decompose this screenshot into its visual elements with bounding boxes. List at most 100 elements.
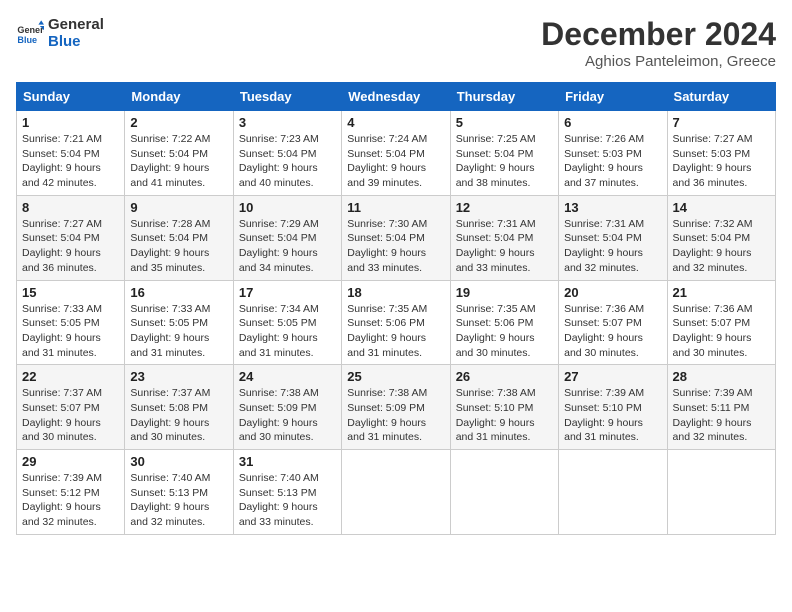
day-info: Sunrise: 7:31 AM Sunset: 5:04 PM Dayligh… <box>456 217 553 276</box>
day-info: Sunrise: 7:26 AM Sunset: 5:03 PM Dayligh… <box>564 132 661 191</box>
day-cell-30: 30 Sunrise: 7:40 AM Sunset: 5:13 PM Dayl… <box>125 450 233 535</box>
calendar-week-row: 15 Sunrise: 7:33 AM Sunset: 5:05 PM Dayl… <box>17 280 776 365</box>
col-tuesday: Tuesday <box>233 83 341 111</box>
day-number: 7 <box>673 115 770 130</box>
day-info: Sunrise: 7:22 AM Sunset: 5:04 PM Dayligh… <box>130 132 227 191</box>
calendar-week-row: 1 Sunrise: 7:21 AM Sunset: 5:04 PM Dayli… <box>17 111 776 196</box>
day-cell-1: 1 Sunrise: 7:21 AM Sunset: 5:04 PM Dayli… <box>17 111 125 196</box>
logo-icon: General Blue <box>16 19 44 47</box>
day-cell-11: 11 Sunrise: 7:30 AM Sunset: 5:04 PM Dayl… <box>342 195 450 280</box>
day-info: Sunrise: 7:33 AM Sunset: 5:05 PM Dayligh… <box>130 302 227 361</box>
day-cell-23: 23 Sunrise: 7:37 AM Sunset: 5:08 PM Dayl… <box>125 365 233 450</box>
day-number: 29 <box>22 454 119 469</box>
day-cell-19: 19 Sunrise: 7:35 AM Sunset: 5:06 PM Dayl… <box>450 280 558 365</box>
day-number: 6 <box>564 115 661 130</box>
day-cell-10: 10 Sunrise: 7:29 AM Sunset: 5:04 PM Dayl… <box>233 195 341 280</box>
day-info: Sunrise: 7:27 AM Sunset: 5:03 PM Dayligh… <box>673 132 770 191</box>
day-number: 10 <box>239 200 336 215</box>
day-cell-28: 28 Sunrise: 7:39 AM Sunset: 5:11 PM Dayl… <box>667 365 775 450</box>
day-info: Sunrise: 7:40 AM Sunset: 5:13 PM Dayligh… <box>130 471 227 530</box>
day-number: 15 <box>22 285 119 300</box>
empty-cell <box>342 450 450 535</box>
day-cell-27: 27 Sunrise: 7:39 AM Sunset: 5:10 PM Dayl… <box>559 365 667 450</box>
day-number: 23 <box>130 369 227 384</box>
day-number: 31 <box>239 454 336 469</box>
day-info: Sunrise: 7:36 AM Sunset: 5:07 PM Dayligh… <box>673 302 770 361</box>
day-cell-29: 29 Sunrise: 7:39 AM Sunset: 5:12 PM Dayl… <box>17 450 125 535</box>
col-friday: Friday <box>559 83 667 111</box>
logo-general: General <box>48 16 104 33</box>
day-cell-26: 26 Sunrise: 7:38 AM Sunset: 5:10 PM Dayl… <box>450 365 558 450</box>
day-number: 11 <box>347 200 444 215</box>
day-cell-20: 20 Sunrise: 7:36 AM Sunset: 5:07 PM Dayl… <box>559 280 667 365</box>
day-cell-5: 5 Sunrise: 7:25 AM Sunset: 5:04 PM Dayli… <box>450 111 558 196</box>
day-number: 30 <box>130 454 227 469</box>
day-number: 8 <box>22 200 119 215</box>
logo: General Blue General Blue <box>16 16 104 50</box>
day-number: 28 <box>673 369 770 384</box>
day-info: Sunrise: 7:38 AM Sunset: 5:10 PM Dayligh… <box>456 386 553 445</box>
day-number: 22 <box>22 369 119 384</box>
calendar-week-row: 8 Sunrise: 7:27 AM Sunset: 5:04 PM Dayli… <box>17 195 776 280</box>
day-cell-16: 16 Sunrise: 7:33 AM Sunset: 5:05 PM Dayl… <box>125 280 233 365</box>
day-info: Sunrise: 7:36 AM Sunset: 5:07 PM Dayligh… <box>564 302 661 361</box>
day-number: 26 <box>456 369 553 384</box>
day-info: Sunrise: 7:37 AM Sunset: 5:07 PM Dayligh… <box>22 386 119 445</box>
day-number: 4 <box>347 115 444 130</box>
title-block: December 2024 Aghios Panteleimon, Greece <box>541 16 776 70</box>
empty-cell <box>667 450 775 535</box>
day-cell-22: 22 Sunrise: 7:37 AM Sunset: 5:07 PM Dayl… <box>17 365 125 450</box>
day-cell-21: 21 Sunrise: 7:36 AM Sunset: 5:07 PM Dayl… <box>667 280 775 365</box>
day-cell-17: 17 Sunrise: 7:34 AM Sunset: 5:05 PM Dayl… <box>233 280 341 365</box>
day-info: Sunrise: 7:39 AM Sunset: 5:11 PM Dayligh… <box>673 386 770 445</box>
empty-cell <box>559 450 667 535</box>
day-number: 19 <box>456 285 553 300</box>
day-number: 27 <box>564 369 661 384</box>
day-info: Sunrise: 7:34 AM Sunset: 5:05 PM Dayligh… <box>239 302 336 361</box>
day-info: Sunrise: 7:23 AM Sunset: 5:04 PM Dayligh… <box>239 132 336 191</box>
empty-cell <box>450 450 558 535</box>
logo-blue: Blue <box>48 33 104 50</box>
day-cell-3: 3 Sunrise: 7:23 AM Sunset: 5:04 PM Dayli… <box>233 111 341 196</box>
day-number: 18 <box>347 285 444 300</box>
svg-text:General: General <box>17 25 44 35</box>
calendar-week-row: 22 Sunrise: 7:37 AM Sunset: 5:07 PM Dayl… <box>17 365 776 450</box>
day-info: Sunrise: 7:32 AM Sunset: 5:04 PM Dayligh… <box>673 217 770 276</box>
day-info: Sunrise: 7:21 AM Sunset: 5:04 PM Dayligh… <box>22 132 119 191</box>
day-info: Sunrise: 7:29 AM Sunset: 5:04 PM Dayligh… <box>239 217 336 276</box>
day-number: 2 <box>130 115 227 130</box>
col-saturday: Saturday <box>667 83 775 111</box>
day-info: Sunrise: 7:39 AM Sunset: 5:10 PM Dayligh… <box>564 386 661 445</box>
calendar-header-row: Sunday Monday Tuesday Wednesday Thursday… <box>17 83 776 111</box>
svg-text:Blue: Blue <box>17 35 37 45</box>
day-info: Sunrise: 7:35 AM Sunset: 5:06 PM Dayligh… <box>347 302 444 361</box>
day-cell-9: 9 Sunrise: 7:28 AM Sunset: 5:04 PM Dayli… <box>125 195 233 280</box>
day-info: Sunrise: 7:31 AM Sunset: 5:04 PM Dayligh… <box>564 217 661 276</box>
calendar-week-row: 29 Sunrise: 7:39 AM Sunset: 5:12 PM Dayl… <box>17 450 776 535</box>
day-cell-6: 6 Sunrise: 7:26 AM Sunset: 5:03 PM Dayli… <box>559 111 667 196</box>
day-cell-8: 8 Sunrise: 7:27 AM Sunset: 5:04 PM Dayli… <box>17 195 125 280</box>
day-info: Sunrise: 7:37 AM Sunset: 5:08 PM Dayligh… <box>130 386 227 445</box>
day-info: Sunrise: 7:28 AM Sunset: 5:04 PM Dayligh… <box>130 217 227 276</box>
day-cell-14: 14 Sunrise: 7:32 AM Sunset: 5:04 PM Dayl… <box>667 195 775 280</box>
day-info: Sunrise: 7:27 AM Sunset: 5:04 PM Dayligh… <box>22 217 119 276</box>
day-info: Sunrise: 7:35 AM Sunset: 5:06 PM Dayligh… <box>456 302 553 361</box>
day-info: Sunrise: 7:24 AM Sunset: 5:04 PM Dayligh… <box>347 132 444 191</box>
day-cell-7: 7 Sunrise: 7:27 AM Sunset: 5:03 PM Dayli… <box>667 111 775 196</box>
col-wednesday: Wednesday <box>342 83 450 111</box>
day-cell-18: 18 Sunrise: 7:35 AM Sunset: 5:06 PM Dayl… <box>342 280 450 365</box>
day-info: Sunrise: 7:25 AM Sunset: 5:04 PM Dayligh… <box>456 132 553 191</box>
day-number: 5 <box>456 115 553 130</box>
day-number: 12 <box>456 200 553 215</box>
day-number: 1 <box>22 115 119 130</box>
day-cell-31: 31 Sunrise: 7:40 AM Sunset: 5:13 PM Dayl… <box>233 450 341 535</box>
day-number: 20 <box>564 285 661 300</box>
calendar-table: Sunday Monday Tuesday Wednesday Thursday… <box>16 82 776 535</box>
location: Aghios Panteleimon, Greece <box>541 53 776 70</box>
day-cell-4: 4 Sunrise: 7:24 AM Sunset: 5:04 PM Dayli… <box>342 111 450 196</box>
day-info: Sunrise: 7:39 AM Sunset: 5:12 PM Dayligh… <box>22 471 119 530</box>
day-number: 24 <box>239 369 336 384</box>
day-info: Sunrise: 7:40 AM Sunset: 5:13 PM Dayligh… <box>239 471 336 530</box>
col-thursday: Thursday <box>450 83 558 111</box>
col-monday: Monday <box>125 83 233 111</box>
